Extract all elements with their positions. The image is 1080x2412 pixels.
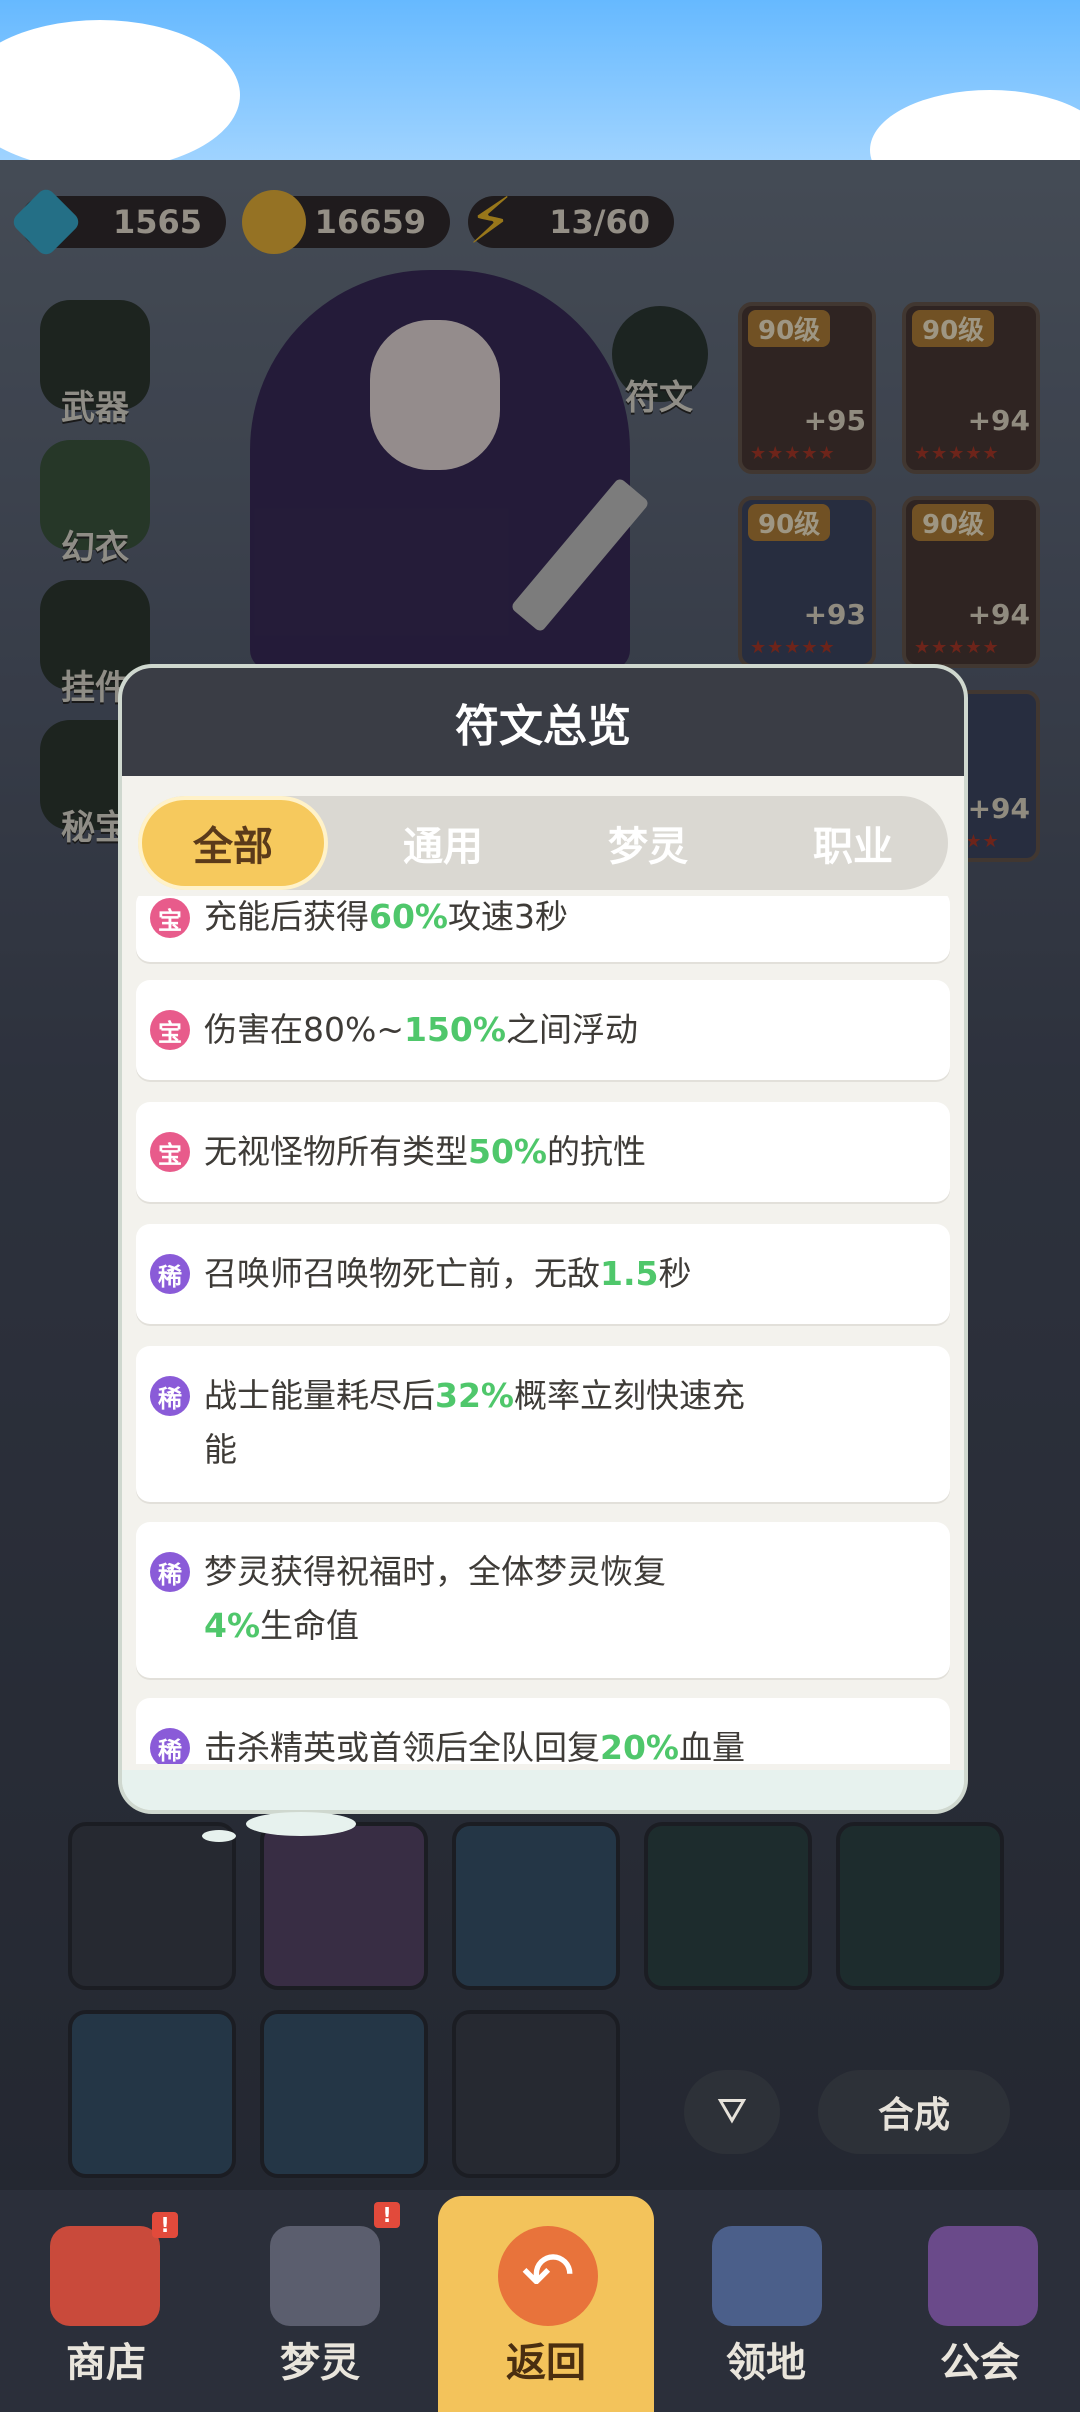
nav-guild-label[interactable]: 公会 bbox=[880, 2330, 1080, 2388]
rune-description: 伤害在80%~150%之间浮动 bbox=[204, 1010, 638, 1049]
treasure-badge: 宝 bbox=[150, 1132, 190, 1172]
guild-icon[interactable] bbox=[928, 2226, 1038, 2326]
thought-bubble-dot-small bbox=[202, 1830, 236, 1842]
nav-territory-label[interactable]: 领地 bbox=[666, 2330, 866, 2388]
list-item: 稀 击杀精英或首领后全队回复20%血量 bbox=[136, 1698, 950, 1764]
modal-title: 符文总览 bbox=[122, 668, 964, 776]
filter-icon[interactable]: ⛛ bbox=[684, 2070, 780, 2154]
rune-description: 无视怪物所有类型50%的抗性 bbox=[204, 1132, 646, 1171]
rare-badge: 稀 bbox=[150, 1728, 190, 1764]
synthesize-button[interactable]: 合成 bbox=[818, 2070, 1010, 2154]
rune-description: 梦灵获得祝福时，全体梦灵恢复 4%生命值 bbox=[204, 1552, 666, 1645]
rune-description: 召唤师召唤物死亡前，无敌1.5秒 bbox=[204, 1254, 692, 1293]
nav-return-label[interactable]: 返回 bbox=[446, 2330, 646, 2388]
shop-icon[interactable] bbox=[50, 2226, 160, 2326]
list-item: 稀 梦灵获得祝福时，全体梦灵恢复 4%生命值 bbox=[136, 1522, 950, 1678]
thought-bubble-dot bbox=[246, 1812, 356, 1836]
modal-footer-wave bbox=[122, 1770, 964, 1810]
rune-description: 充能后获得60%攻速3秒 bbox=[204, 897, 568, 936]
rune-list[interactable]: 宝 充能后获得60%攻速3秒 宝 伤害在80%~150%之间浮动 宝 无视怪物所… bbox=[136, 896, 950, 1764]
notification-badge: ! bbox=[152, 2212, 178, 2238]
nav-dream-spirit-label[interactable]: 梦灵 bbox=[220, 2330, 420, 2388]
rare-badge: 稀 bbox=[150, 1376, 190, 1416]
treasure-badge: 宝 bbox=[150, 1010, 190, 1050]
treasure-badge: 宝 bbox=[150, 898, 190, 938]
list-item: 宝 无视怪物所有类型50%的抗性 bbox=[136, 1102, 950, 1202]
list-item: 宝 伤害在80%~150%之间浮动 bbox=[136, 980, 950, 1080]
rare-badge: 稀 bbox=[150, 1552, 190, 1592]
tab-general[interactable]: 通用 bbox=[348, 796, 538, 890]
rare-badge: 稀 bbox=[150, 1254, 190, 1294]
return-arrow-icon[interactable]: ↶ bbox=[498, 2226, 598, 2326]
rune-description: 击杀精英或首领后全队回复20%血量 bbox=[204, 1728, 745, 1764]
territory-icon[interactable] bbox=[712, 2226, 822, 2326]
notification-badge: ! bbox=[374, 2202, 400, 2228]
nav-shop-label[interactable]: 商店 bbox=[6, 2330, 206, 2388]
rune-description: 战士能量耗尽后32%概率立刻快速充 能 bbox=[204, 1376, 745, 1469]
tab-bar: 全部 通用 梦灵 职业 bbox=[138, 796, 948, 890]
list-item: 宝 充能后获得60%攻速3秒 bbox=[136, 896, 950, 962]
rune-overview-modal: 符文总览 全部 通用 梦灵 职业 宝 充能后获得60%攻速3秒 宝 伤害在80%… bbox=[122, 668, 964, 1810]
dream-spirit-icon[interactable] bbox=[270, 2226, 380, 2326]
tab-all[interactable]: 全部 bbox=[138, 796, 328, 890]
tab-class[interactable]: 职业 bbox=[758, 796, 948, 890]
list-item: 稀 召唤师召唤物死亡前，无敌1.5秒 bbox=[136, 1224, 950, 1324]
tab-dream-spirit[interactable]: 梦灵 bbox=[553, 796, 743, 890]
list-item: 稀 战士能量耗尽后32%概率立刻快速充 能 bbox=[136, 1346, 950, 1502]
